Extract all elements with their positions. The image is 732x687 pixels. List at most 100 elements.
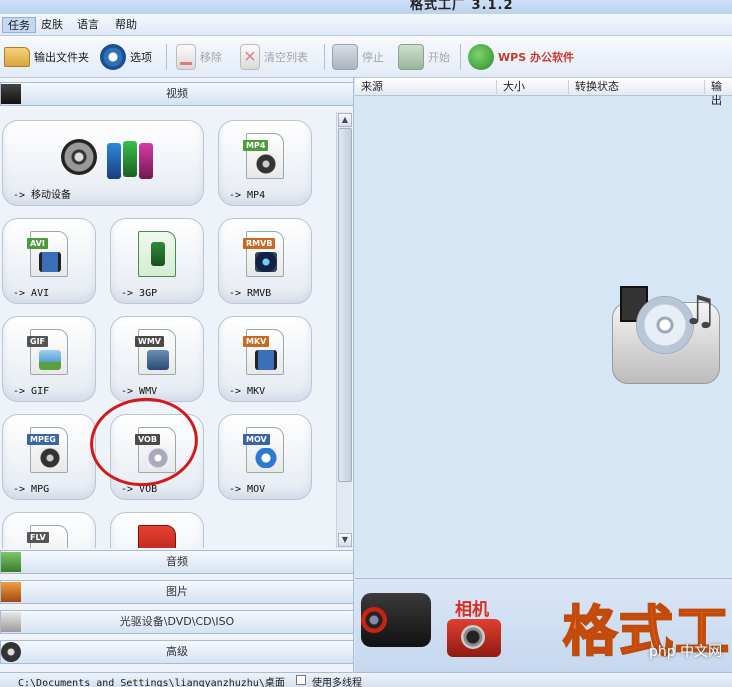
clear-list-button[interactable]: ✕ 清空列表 xyxy=(240,42,308,72)
output-folder-label: 输出文件夹 xyxy=(34,51,89,64)
format-factory-logo-icon: ♫ xyxy=(612,282,722,386)
tools-icon xyxy=(1,642,21,662)
output-folder-button[interactable]: 输出文件夹 xyxy=(4,42,89,72)
picture-icon xyxy=(1,582,21,602)
tile-flv[interactable]: FLV xyxy=(2,512,96,548)
category-panel: 视频 -> 移动设备 MP4 -> MP4 AVI -> AVI -> 3GP … xyxy=(0,78,354,672)
section-rom-label: 光驱设备\DVD\CD\ISO xyxy=(119,615,235,628)
camcorder-icon xyxy=(361,593,431,647)
toolbar-separator xyxy=(460,44,461,70)
scroll-down-arrow-icon[interactable]: ▼ xyxy=(338,533,352,547)
remove-button[interactable]: 移除 xyxy=(176,42,222,72)
tile-mp4[interactable]: MP4 -> MP4 xyxy=(218,120,312,206)
rmvb-file-icon: RMVB xyxy=(243,231,284,277)
options-label: 选项 xyxy=(130,51,152,64)
multithread-label: 使用多线程 xyxy=(312,678,362,687)
output-path[interactable]: C:\Documents and Settings\liangyanzhuzhu… xyxy=(18,674,285,687)
title-bar: 格式工厂 3.1.2 xyxy=(0,0,732,14)
tile-gif[interactable]: GIF -> GIF xyxy=(2,316,96,402)
format-grid: -> 移动设备 MP4 -> MP4 AVI -> AVI -> 3GP RMV… xyxy=(0,112,336,548)
menu-language[interactable]: 语言 xyxy=(72,17,104,33)
vertical-scrollbar[interactable]: ▲ ▼ xyxy=(336,112,352,548)
clear-list-label: 清空列表 xyxy=(264,51,308,64)
folder-icon xyxy=(4,47,30,67)
section-video[interactable]: 视频 xyxy=(0,82,354,106)
music-icon xyxy=(1,552,21,572)
tile-label: -> GIF xyxy=(13,386,50,397)
toolbar-separator xyxy=(166,44,167,70)
avi-file-icon: AVI xyxy=(27,231,68,277)
camera-label: 相机 xyxy=(455,600,489,620)
tile-swf[interactable] xyxy=(110,512,204,548)
menu-help[interactable]: 帮助 xyxy=(110,17,142,33)
clear-list-icon: ✕ xyxy=(240,44,260,70)
tile-vob[interactable]: VOB -> VOB xyxy=(110,414,204,500)
column-output[interactable]: 输出 xyxy=(705,80,732,107)
scroll-up-arrow-icon[interactable]: ▲ xyxy=(338,113,352,127)
scroll-thumb[interactable] xyxy=(338,128,352,482)
wps-label: WPS 办公软件 xyxy=(498,51,574,64)
section-rom[interactable]: 光驱设备\DVD\CD\ISO xyxy=(0,610,354,634)
menu-task[interactable]: 任务 xyxy=(2,17,36,33)
wps-button[interactable]: WPS 办公软件 xyxy=(468,42,574,72)
tile-mkv[interactable]: MKV -> MKV xyxy=(218,316,312,402)
section-image-label: 图片 xyxy=(166,585,188,598)
column-status[interactable]: 转换状态 xyxy=(569,80,705,94)
start-label: 开始 xyxy=(428,51,450,64)
wps-icon xyxy=(468,44,494,70)
tile-label: -> VOB xyxy=(121,484,158,495)
vob-file-icon: VOB xyxy=(135,427,176,473)
tile-mobile-device[interactable]: -> 移动设备 xyxy=(2,120,204,206)
mpeg-file-icon: MPEG xyxy=(27,427,68,473)
tile-avi[interactable]: AVI -> AVI xyxy=(2,218,96,304)
gif-file-icon: GIF xyxy=(27,329,68,375)
start-button[interactable]: 开始 xyxy=(398,42,450,72)
window-title: 格式工厂 3.1.2 xyxy=(410,0,514,13)
task-list-header: 来源 大小 转换状态 输出 xyxy=(355,78,732,107)
tile-label: -> MKV xyxy=(229,386,266,397)
swf-file-icon xyxy=(138,525,176,548)
column-source[interactable]: 来源 xyxy=(355,80,497,94)
section-advanced-label: 高级 xyxy=(166,645,188,658)
tile-label: -> 3GP xyxy=(121,288,158,299)
mp4-file-icon: MP4 xyxy=(243,133,284,179)
tile-label: -> WMV xyxy=(121,386,158,397)
tile-3gp[interactable]: -> 3GP xyxy=(110,218,204,304)
stop-label: 停止 xyxy=(362,51,384,64)
stop-icon xyxy=(332,44,358,70)
tile-label: -> MOV xyxy=(229,484,266,495)
menu-skin[interactable]: 皮肤 xyxy=(36,17,68,33)
section-video-label: 视频 xyxy=(166,87,188,100)
mkv-file-icon: MKV xyxy=(243,329,284,375)
film-reel-icon xyxy=(61,139,97,175)
tile-label: -> AVI xyxy=(13,288,50,299)
section-audio-label: 音频 xyxy=(166,555,188,568)
status-bar: C:\Documents and Settings\liangyanzhuzhu… xyxy=(0,672,732,687)
start-icon xyxy=(398,44,424,70)
tile-label: -> MPG xyxy=(13,484,50,495)
film-icon xyxy=(1,84,21,104)
ad-banner[interactable]: 相机 格式工 php 中文网 xyxy=(355,578,732,672)
phone-icon xyxy=(139,143,153,179)
tile-mpg[interactable]: MPEG -> MPG xyxy=(2,414,96,500)
tile-label: -> 移动设备 xyxy=(13,190,72,201)
toolbar-separator xyxy=(324,44,325,70)
disc-drive-icon xyxy=(1,612,21,632)
section-audio[interactable]: 音频 xyxy=(0,550,354,574)
options-button[interactable]: 选项 xyxy=(100,42,152,72)
gear-icon xyxy=(100,44,126,70)
tile-label: -> MP4 xyxy=(229,190,266,201)
flv-file-icon: FLV xyxy=(27,525,68,548)
wmv-file-icon: WMV xyxy=(135,329,176,375)
tile-wmv[interactable]: WMV -> WMV xyxy=(110,316,204,402)
phone-icon xyxy=(123,141,137,177)
column-size[interactable]: 大小 xyxy=(497,80,569,94)
multithread-checkbox[interactable] xyxy=(296,675,306,685)
section-advanced[interactable]: 高级 xyxy=(0,640,354,664)
section-image[interactable]: 图片 xyxy=(0,580,354,604)
tile-rmvb[interactable]: RMVB -> RMVB xyxy=(218,218,312,304)
tile-mov[interactable]: MOV -> MOV xyxy=(218,414,312,500)
phone-icon xyxy=(107,143,121,179)
stop-button[interactable]: 停止 xyxy=(332,42,384,72)
menu-bar: 任务 皮肤 语言 帮助 xyxy=(0,14,732,36)
